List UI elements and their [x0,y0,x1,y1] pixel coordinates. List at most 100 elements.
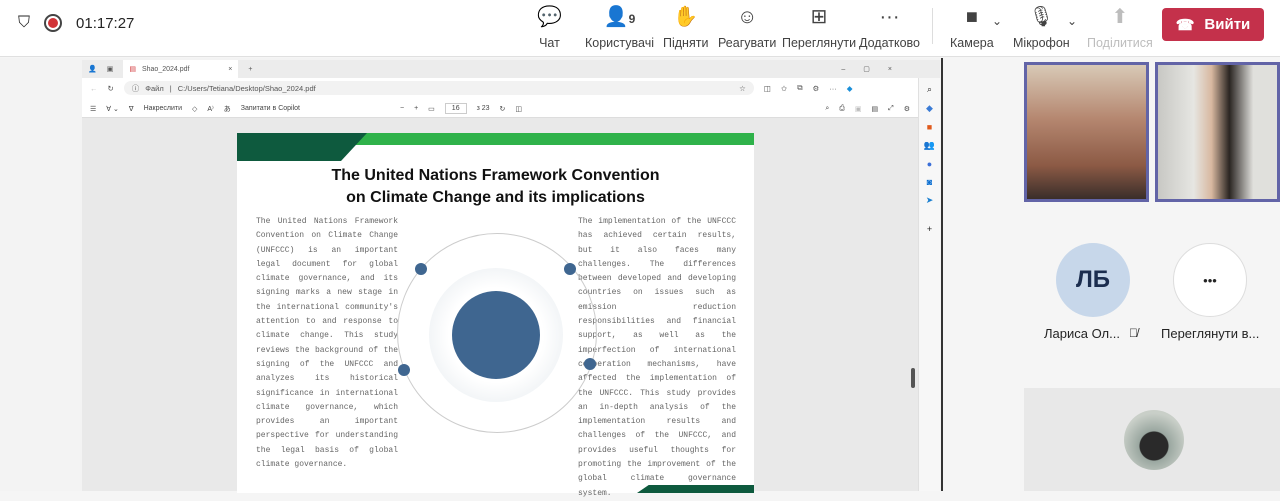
add-sidebar-icon[interactable]: + [927,224,932,234]
address-bar[interactable]: ⓘ Файл | C:/Users/Tetiana/Desktop/Shao_2024… [123,81,754,95]
more-label: Додатково [859,36,920,50]
right-text-column: The implementation of the UNFCCC has ach… [578,217,736,498]
sidebar-search-icon[interactable]: ⌕ [927,84,932,95]
diagram-dot [415,263,427,275]
m365-icon[interactable]: ● [927,159,932,169]
view-all-button[interactable]: ••• [1173,243,1247,317]
mic-options-chevron-icon[interactable]: ⌄ [1067,14,1077,28]
header-band-dark [237,133,367,161]
react-label: Реагувати [718,36,777,50]
translate-icon[interactable]: あ [224,104,231,114]
mic-label: Мікрофон [1013,36,1070,50]
share-icon: ⬆ [1111,6,1129,28]
recording-icon [44,14,63,32]
highlight-icon[interactable]: ∀ ⌄ [106,105,119,113]
mic-off-icon: 🎙 [1028,6,1055,28]
page-number-input[interactable]: 16 [444,103,467,114]
scrollbar-thumb[interactable] [911,368,915,388]
people-icon: 👤9 [585,4,654,30]
leave-button[interactable]: ☎ Вийти [1162,8,1264,41]
read-aloud-icon[interactable]: A⁾ [207,105,213,113]
share-label: Поділитися [1087,36,1153,50]
footer-band [637,485,754,493]
print-icon[interactable]: ⎙ [839,105,845,113]
toolbar-divider [932,8,933,44]
reader-icon[interactable]: ◫ [764,84,771,93]
avatar-initials: ЛБ [1075,266,1111,293]
tab-bar: 👤 ▣ ▤ Shao_2024.pdf × + –▢× [82,60,940,78]
favorite-star-icon[interactable]: ☆ [739,84,746,93]
page-view-icon[interactable]: ◫ [515,105,522,113]
save-as-icon[interactable]: ▤ [871,105,878,113]
stage-divider[interactable] [941,58,943,491]
settings-icon[interactable]: ⚙ [904,105,910,113]
share-button[interactable]: ⬆ Поділитися [1087,4,1153,50]
camera-button[interactable]: ■ Камера [950,4,994,50]
zoom-in-icon[interactable]: + [414,105,418,112]
title-line-1: The United Nations Framework Convention [331,167,660,184]
new-tab-icon[interactable]: + [248,66,252,73]
favorites-icon[interactable]: ✩ [781,84,787,93]
more-icon: ··· [879,6,900,28]
ask-copilot-button[interactable]: Запитати в Copilot [241,105,300,112]
contents-icon[interactable]: ☰ [90,105,96,113]
tab-pdf[interactable]: ▤ Shao_2024.pdf × [123,60,239,78]
raise-hand-label: Підняти [663,36,709,50]
shopping-tag-icon[interactable]: ◆ [926,103,933,114]
participant-video-2[interactable] [1155,62,1280,202]
participants-count: 9 [628,12,636,26]
info-icon: ⓘ [131,83,140,93]
url-prefix: Файл [145,83,164,93]
rotate-icon[interactable]: ↻ [500,105,506,113]
extensions-icon[interactable]: ⚙ [813,84,820,93]
send-icon[interactable]: ➤ [926,195,934,206]
react-button[interactable]: ☺ Реагувати [718,4,776,50]
draw-button[interactable]: Накреслити [144,105,182,112]
leave-label: Вийти [1204,16,1251,33]
eraser-icon[interactable]: ◇ [192,105,197,113]
mic-button[interactable]: 🎙 Мікрофон [1013,4,1070,50]
people-sidebar-icon[interactable]: 👥 [924,140,935,151]
pdf-viewer: The United Nations Framework Convention o… [82,118,918,498]
more-button[interactable]: ··· Додатково [859,4,920,50]
page-total: з 23 [476,105,490,112]
phone-hangup-icon: ☎ [1175,16,1195,34]
fullscreen-icon[interactable]: ⤢ [888,105,894,113]
outlook-icon[interactable]: ◙ [927,177,932,187]
save-icon[interactable]: ▣ [855,105,862,113]
view-button[interactable]: ⊞ Переглянути [782,4,856,50]
camera-label: Камера [950,36,994,50]
refresh-icon[interactable]: ↻ [108,84,114,93]
tools-icon[interactable]: ■ [927,122,932,132]
chat-label: Чат [539,36,560,50]
title-line-2: on Climate Change and its implications [346,189,645,206]
pdf-icon: ▤ [129,66,136,73]
raise-hand-button[interactable]: ✋ Підняти [663,4,708,50]
tab-title: Shao_2024.pdf [141,65,190,73]
people-button[interactable]: 👤9 Користувачі [585,4,654,50]
search-icon[interactable]: ⌕ [825,105,829,113]
collections-icon[interactable]: ⧉ [797,83,802,93]
back-icon[interactable]: ← [90,84,98,93]
close-tab-icon[interactable]: × [228,66,232,73]
copilot-icon[interactable]: ◆ [847,84,853,93]
tab-actions-icon[interactable]: ▣ [107,65,114,73]
camera-options-chevron-icon[interactable]: ⌄ [992,14,1002,28]
people-glyph: 👤 [603,6,629,28]
zoom-out-icon[interactable]: − [400,105,404,112]
participant-tile[interactable] [1024,388,1280,491]
participant-avatar[interactable]: ЛБ [1056,243,1130,317]
window-controls-icon[interactable]: –▢× [841,65,910,73]
pdf-page: The United Nations Framework Convention o… [237,133,754,498]
view-all-label: Переглянути в... [1161,326,1260,341]
shield-icon[interactable]: ⛉ [18,14,30,32]
browser-menu-icon[interactable]: ··· [829,84,837,93]
chat-button[interactable]: 💬 Чат [537,4,562,50]
participant-video-1[interactable] [1024,62,1149,202]
draw-icon[interactable]: ∇ [129,105,134,113]
meeting-toolbar: ⛉ 01:17:27 💬 Чат 👤9 Користувачі ✋ Підняти ☺… [0,0,1280,57]
url-text: C:/Users/Tetiana/Desktop/Shao_2024.pdf [177,83,316,93]
fit-page-icon[interactable]: ▭ [428,105,435,113]
url-separator: | [169,83,172,93]
profile-icon[interactable]: 👤 [88,65,97,73]
